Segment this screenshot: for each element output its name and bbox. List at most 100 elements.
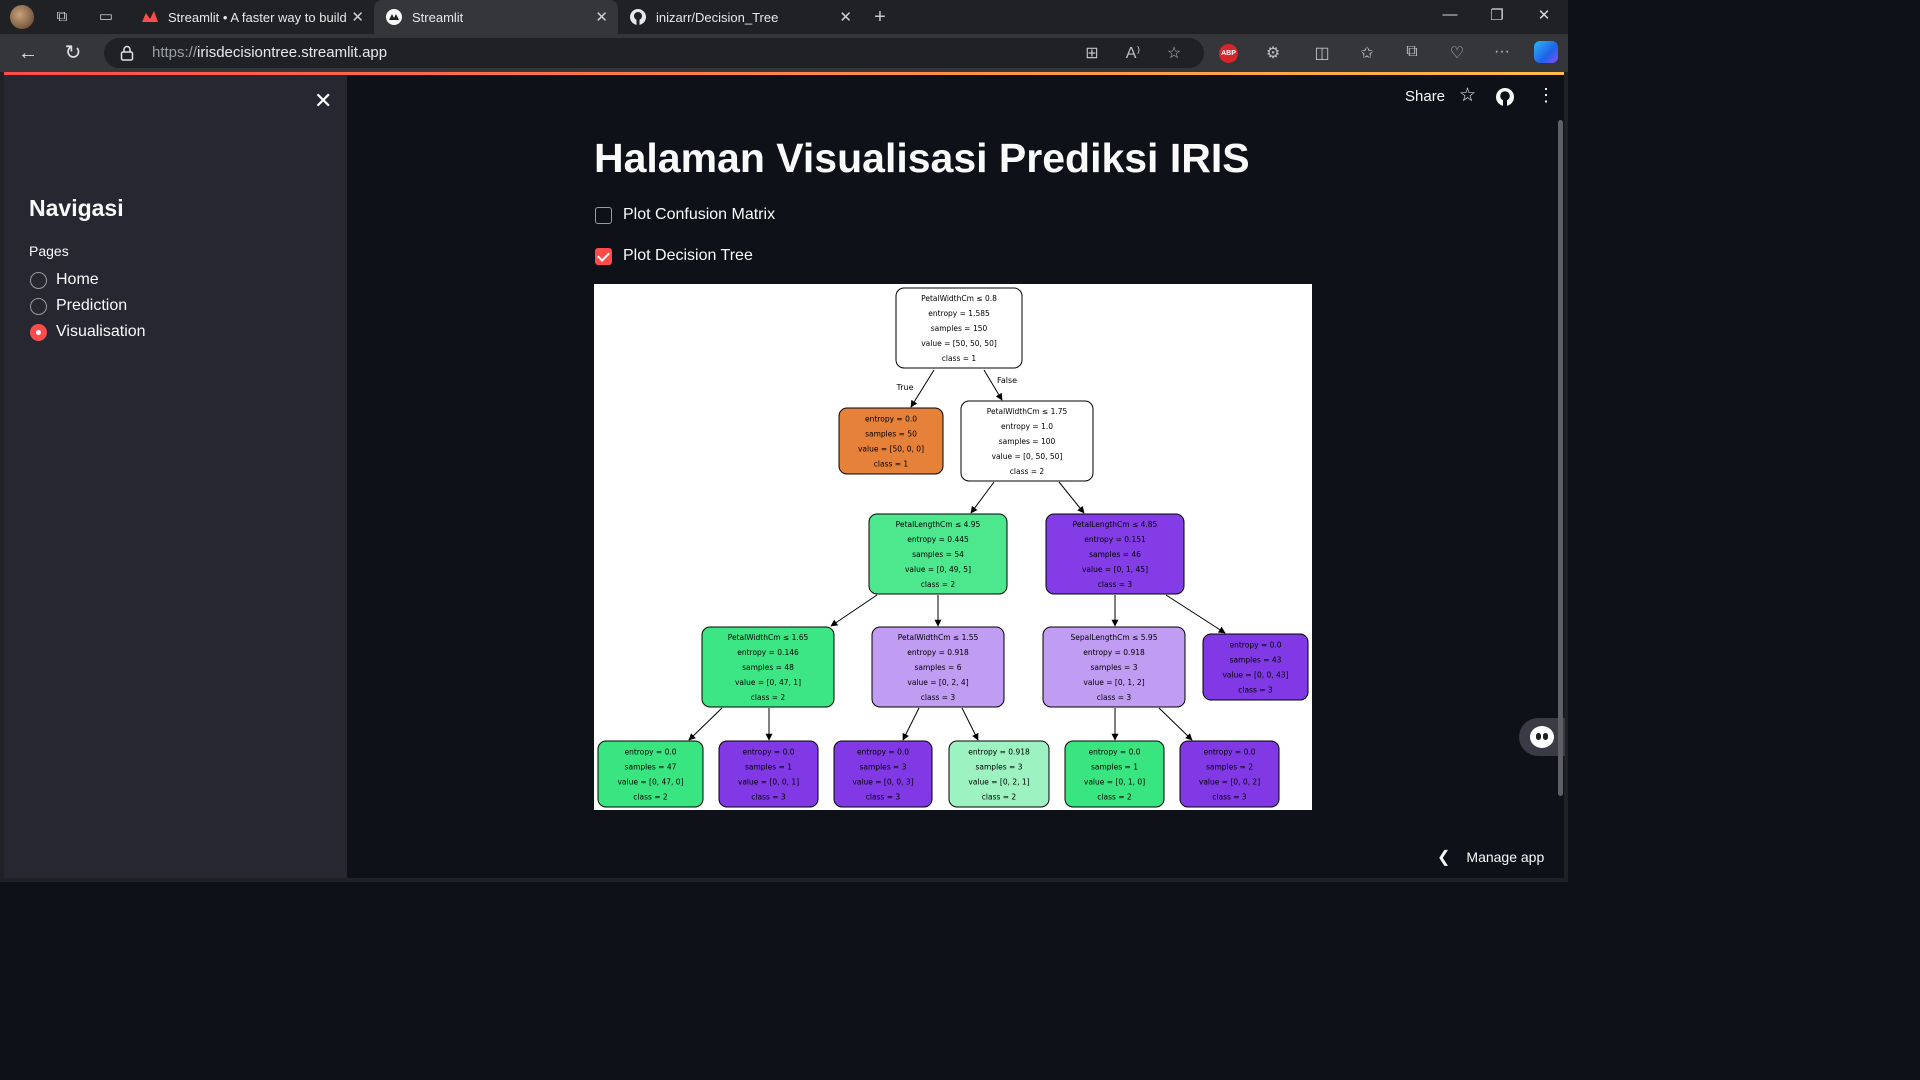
radio-button[interactable] [30, 271, 47, 289]
radio-button[interactable] [30, 297, 47, 315]
lock-icon[interactable] [120, 45, 134, 61]
back-icon[interactable]: ← [16, 42, 40, 64]
radio-prediction[interactable]: Prediction [30, 297, 127, 315]
tab-title: Streamlit [412, 9, 464, 25]
share-button[interactable]: Share [1405, 88, 1445, 105]
tree-node-text: entropy = 1.585 [928, 309, 990, 318]
adblock-plus-icon[interactable]: ABP [1219, 44, 1238, 63]
minimize-icon[interactable]: — [1440, 6, 1460, 23]
new-tab-icon[interactable]: + [870, 7, 890, 27]
url-text[interactable]: https://irisdecisiontree.streamlit.app [152, 44, 387, 61]
tab-github-repo[interactable]: inizarr/Decision_Tree ✕ [618, 0, 862, 34]
restore-icon[interactable]: ❐ [1487, 6, 1507, 24]
tab-streamlit-home[interactable]: Streamlit • A faster way to build a ✕ [130, 0, 374, 34]
tree-node-text: class = 2 [1097, 793, 1132, 802]
tree-node-text: value = [0, 0, 1] [738, 778, 799, 787]
split-screen-icon[interactable]: ◫ [1311, 43, 1333, 63]
github-icon[interactable] [1495, 87, 1515, 111]
tree-node-n0: PetalWidthCm ≤ 0.8 entropy = 1.585 samples… [895, 287, 1023, 369]
tab-streamlit-app[interactable]: Streamlit ✕ [374, 0, 618, 34]
tree-node-text: samples = 3 [1091, 663, 1138, 672]
copilot-icon[interactable] [1534, 41, 1558, 63]
tree-node-text: class = 3 [1098, 580, 1133, 589]
main-menu-icon[interactable]: ⋮ [1537, 85, 1555, 106]
radio-home[interactable]: Home [30, 271, 99, 289]
close-window-icon[interactable]: ✕ [1534, 6, 1554, 24]
tree-node-n2: PetalWidthCm ≤ 1.75 entropy = 1.0 samples … [960, 400, 1094, 482]
tree-edge [902, 707, 920, 741]
scrollbar[interactable] [1558, 120, 1563, 796]
tree-node-text: class = 2 [921, 580, 956, 589]
decision-tree-plot: True False PetalWidthCm ≤ 0.8 entropy = 1… [594, 284, 1312, 810]
edge-label-true: True [896, 383, 914, 392]
close-tab-icon[interactable]: ✕ [351, 8, 364, 26]
collections-icon[interactable]: ⧉ [1401, 43, 1423, 61]
tree-node-text: entropy = 0.0 [743, 748, 795, 757]
tree-node-text: PetalWidthCm ≤ 0.8 [921, 294, 997, 303]
tree-node-text: samples = 46 [1089, 550, 1141, 559]
tree-node-text: value = [0, 1, 0] [1084, 778, 1145, 787]
refresh-icon[interactable]: ↻ [61, 42, 85, 64]
tree-node-text: class = 2 [633, 793, 668, 802]
tree-node-text: class = 2 [1010, 467, 1045, 476]
tree-node-n9: entropy = 0.0 samples = 47 value = [0, 47,… [597, 740, 704, 808]
tree-node-text: class = 3 [921, 693, 956, 702]
checkbox-checked[interactable] [595, 247, 612, 265]
tree-node-n13: entropy = 0.0 samples = 1 value = [0, 1, 0… [1064, 740, 1165, 808]
main-content: Share ☆ ⋮ Halaman Visualisasi Prediksi I… [347, 75, 1564, 878]
profile-avatar[interactable] [10, 5, 34, 29]
radio-visualisation[interactable]: Visualisation [30, 323, 146, 341]
tree-node-text: samples = 1 [1091, 763, 1138, 772]
checkbox-label: Plot Decision Tree [623, 247, 753, 264]
tree-node-text: class = 3 [866, 793, 901, 802]
pages-label: Pages [29, 243, 69, 259]
tree-node-text: entropy = 0.0 [1204, 748, 1256, 757]
tree-node-text: value = [0, 47, 1] [735, 678, 801, 687]
tree-node-text: entropy = 0.0 [865, 415, 917, 424]
tree-node-text: samples = 43 [1230, 656, 1282, 665]
tree-node-text: samples = 50 [865, 430, 917, 439]
radio-button-selected[interactable] [30, 323, 47, 341]
tree-node-text: entropy = 0.0 [625, 748, 677, 757]
tree-node-text: PetalLengthCm ≤ 4.85 [1073, 520, 1158, 529]
tree-edge [961, 707, 979, 741]
bot-face-icon [1530, 726, 1554, 748]
browser-essentials-icon[interactable]: ♡ [1446, 43, 1468, 63]
workspaces-icon[interactable]: ⧉ [52, 7, 72, 27]
chevron-left-icon: ❮ [1437, 849, 1451, 866]
tree-node-n5: PetalWidthCm ≤ 1.65 entropy = 0.146 sample… [701, 626, 835, 708]
tree-node-text: value = [50, 0, 0] [858, 445, 924, 454]
tree-node-text: entropy = 0.0 [857, 748, 909, 757]
tree-node-text: class = 2 [982, 793, 1017, 802]
more-menu-icon[interactable]: ··· [1491, 43, 1513, 61]
tree-node-text: entropy = 0.0 [1089, 748, 1141, 757]
tree-node-n7: SepalLengthCm ≤ 5.95 entropy = 0.918 sampl… [1042, 626, 1186, 708]
address-bar[interactable]: https://irisdecisiontree.streamlit.app [104, 38, 1204, 68]
tree-node-text: value = [0, 2, 4] [907, 678, 968, 687]
checkbox-decision-tree[interactable]: Plot Decision Tree [595, 247, 753, 265]
extensions-icon[interactable]: ⚙ [1262, 43, 1284, 63]
checkbox[interactable] [595, 206, 612, 224]
checkbox-confusion-matrix[interactable]: Plot Confusion Matrix [595, 206, 775, 224]
streamlit-logo-icon [142, 9, 158, 25]
close-sidebar-icon[interactable]: ✕ [314, 88, 332, 114]
manage-app-button[interactable]: ❮ Manage app [1437, 847, 1544, 867]
sidebar: ✕ Navigasi Pages Home Prediction Visuali… [4, 75, 347, 878]
favorites-icon[interactable]: ✩ [1356, 43, 1378, 63]
star-icon[interactable]: ☆ [1459, 84, 1476, 107]
app-available-icon[interactable]: ⊞ [1081, 43, 1103, 63]
favorite-star-icon[interactable]: ☆ [1163, 43, 1185, 63]
tree-node-n8: entropy = 0.0 samples = 43 value = [0, 0, … [1202, 633, 1309, 701]
radio-label: Home [56, 271, 99, 288]
tree-edge [1158, 707, 1193, 741]
tree-node-n4: PetalLengthCm ≤ 4.85 entropy = 0.151 sampl… [1045, 513, 1185, 595]
tree-node-text: class = 3 [751, 793, 786, 802]
tree-edge [910, 369, 935, 408]
close-tab-icon[interactable]: ✕ [839, 8, 852, 26]
tree-node-text: entropy = 0.146 [737, 648, 799, 657]
tree-node-text: class = 2 [751, 693, 786, 702]
tree-node-n3: PetalLengthCm ≤ 4.95 entropy = 0.445 sampl… [868, 513, 1008, 595]
close-tab-icon[interactable]: ✕ [595, 8, 608, 26]
tab-actions-icon[interactable]: ▭ [96, 7, 116, 27]
read-aloud-icon[interactable]: A⁾ [1122, 43, 1144, 63]
